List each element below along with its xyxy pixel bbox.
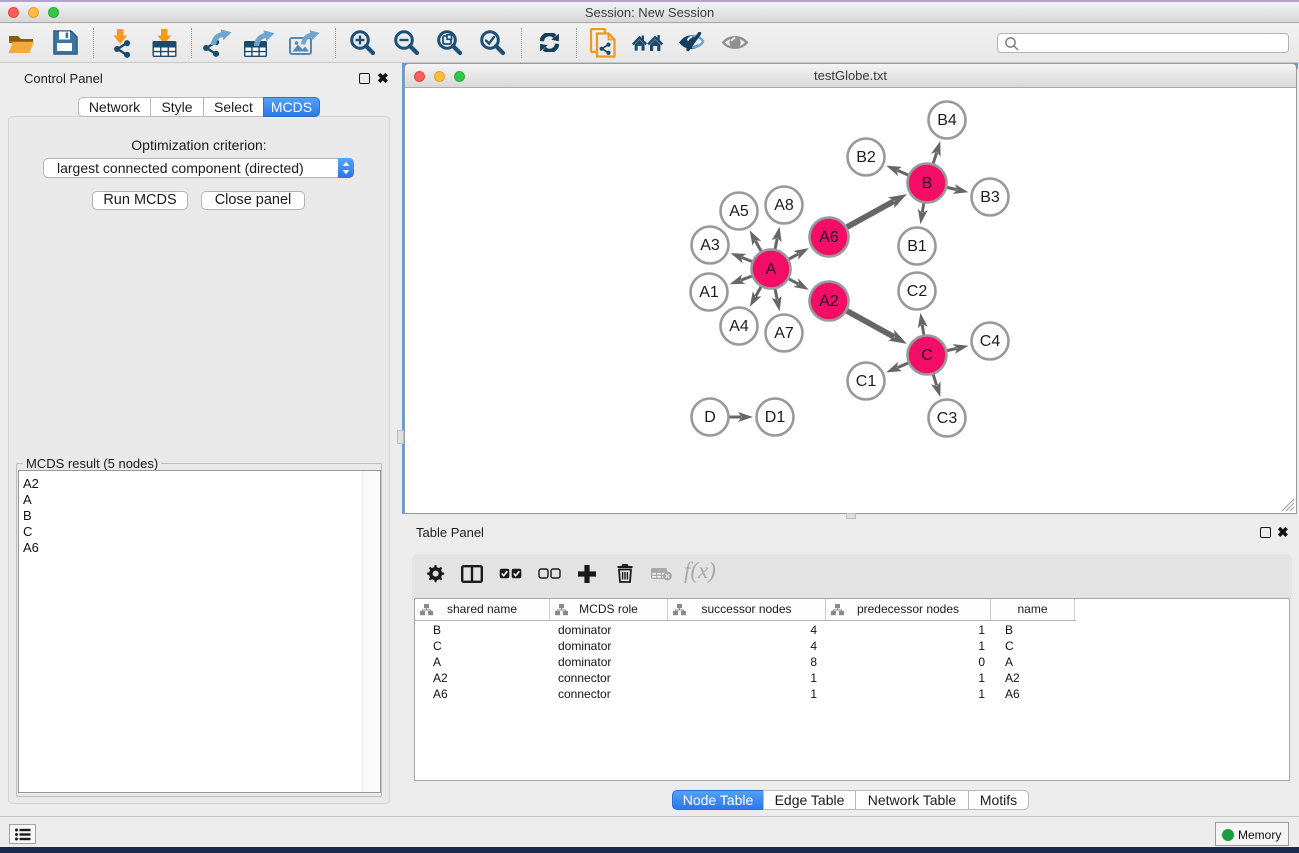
svg-text:A3: A3 [700, 237, 720, 254]
svg-text:D1: D1 [765, 409, 786, 426]
svg-text:A2: A2 [819, 293, 839, 310]
svg-text:A8: A8 [774, 197, 794, 214]
svg-text:B2: B2 [856, 149, 876, 166]
svg-text:A: A [766, 261, 777, 278]
svg-text:C3: C3 [937, 410, 958, 427]
svg-text:C4: C4 [980, 333, 1001, 350]
svg-text:B4: B4 [937, 112, 957, 129]
svg-text:A1: A1 [699, 284, 719, 301]
svg-text:A5: A5 [729, 203, 749, 220]
svg-text:C1: C1 [856, 373, 877, 390]
svg-text:C: C [921, 347, 933, 364]
svg-text:B: B [922, 175, 933, 192]
svg-text:A6: A6 [819, 229, 839, 246]
svg-text:A4: A4 [729, 318, 749, 335]
svg-text:B3: B3 [980, 189, 1000, 206]
svg-text:A7: A7 [774, 325, 794, 342]
svg-text:B1: B1 [907, 238, 927, 255]
svg-text:D: D [704, 409, 716, 426]
svg-text:C2: C2 [907, 283, 928, 300]
